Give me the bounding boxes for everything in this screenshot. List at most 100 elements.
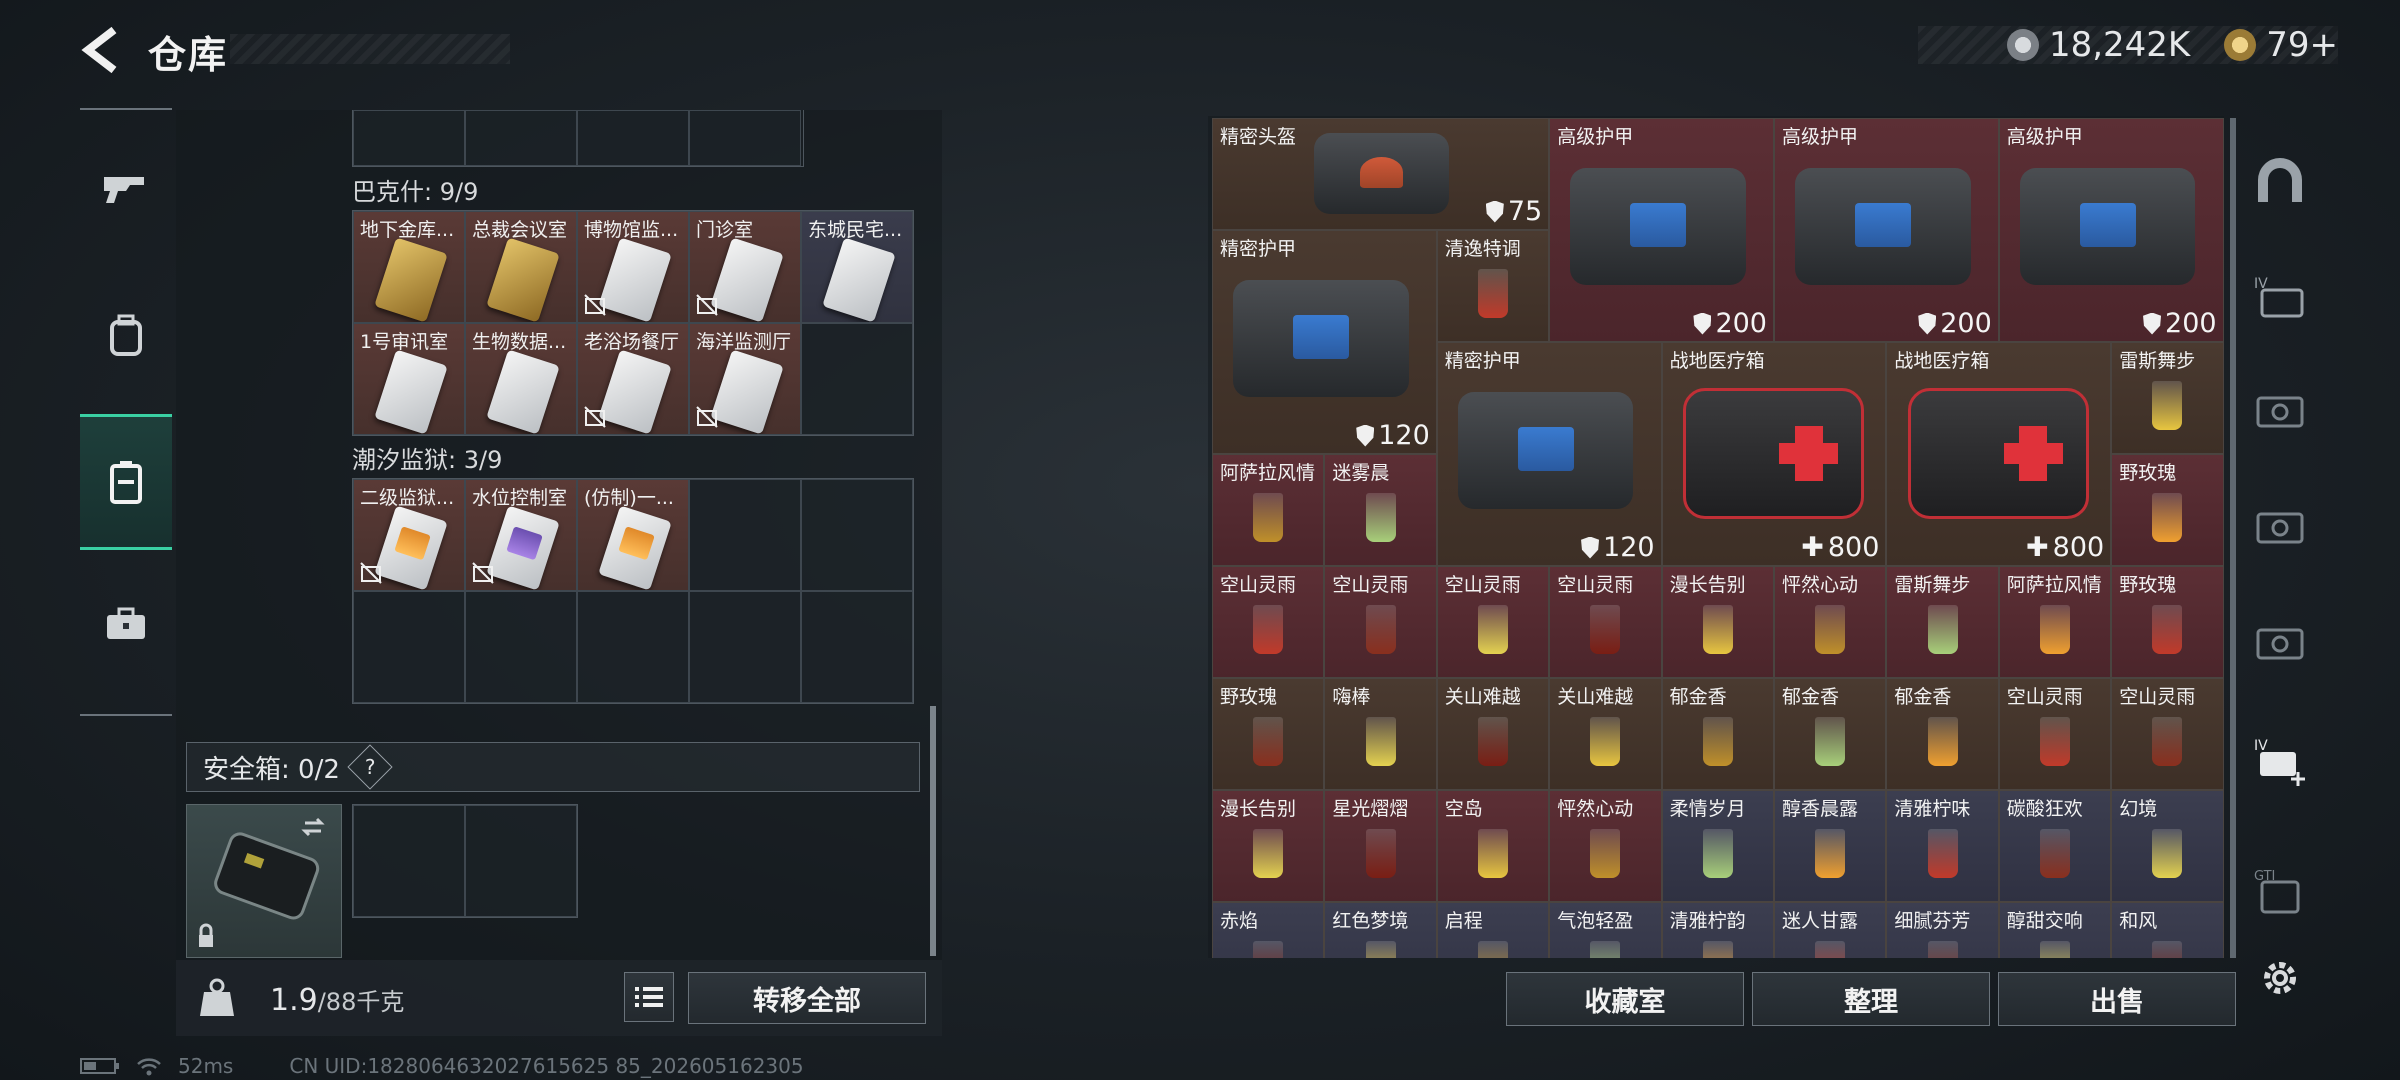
container-tab-2[interactable] <box>2250 380 2310 440</box>
inventory-item[interactable]: 细腻芬芳 <box>1886 902 1999 958</box>
left-scrollbar[interactable] <box>930 706 936 956</box>
item-name: 郁金香 <box>1669 686 1727 708</box>
inventory-item[interactable]: 野玫瑰 <box>1212 678 1325 790</box>
inventory-item[interactable]: 醇甜交响 <box>1998 902 2112 958</box>
item-name: 精密护甲 <box>1220 238 1297 260</box>
inventory-item[interactable]: 空岛 <box>1436 790 1550 902</box>
nav-tools[interactable] <box>80 556 172 692</box>
inventory-item[interactable]: 星光熠熠 <box>1324 790 1437 902</box>
inventory-item[interactable]: 清雅柠韵 <box>1661 902 1774 958</box>
inventory-item[interactable]: 幻境 <box>2111 790 2224 902</box>
inventory-item[interactable]: 清雅柠味 <box>1886 790 1999 902</box>
inventory-item[interactable]: 空山灵雨 <box>1549 566 1662 678</box>
inventory-item[interactable]: 雷斯舞步 <box>1886 566 1999 678</box>
nav-warehouse[interactable] <box>80 414 172 550</box>
inventory-item[interactable]: 碳酸狂欢 <box>1998 790 2112 902</box>
empty-slot[interactable] <box>353 591 465 703</box>
empty-slot[interactable] <box>801 591 913 703</box>
inventory-item[interactable]: 空山灵雨 <box>2111 678 2224 790</box>
inventory-item[interactable]: 精密护甲 120 <box>1212 230 1437 454</box>
nav-equipment[interactable] <box>80 268 172 404</box>
inventory-item[interactable]: 嗨棒 <box>1324 678 1437 790</box>
inventory-item[interactable]: 阿萨拉风情 <box>1212 454 1325 566</box>
keycard-item[interactable]: 总裁会议室 <box>465 211 577 323</box>
container-tab-4[interactable] <box>2250 612 2310 672</box>
inventory-item[interactable]: 郁金香 <box>1661 678 1774 790</box>
inventory-item[interactable]: 红色梦境 <box>1324 902 1437 958</box>
inventory-item[interactable]: 雷斯舞步 <box>2111 342 2224 454</box>
inventory-item[interactable]: 醇香晨露 <box>1774 790 1887 902</box>
keycard-item[interactable]: 二级监狱... <box>353 479 465 591</box>
list-view-button[interactable] <box>624 972 674 1022</box>
inventory-item[interactable]: 关山难越 <box>1549 678 1662 790</box>
settings-button[interactable] <box>2250 948 2310 1008</box>
empty-slot[interactable] <box>465 591 577 703</box>
keycard-item[interactable]: 东城民宅... <box>801 211 913 323</box>
collection-button[interactable]: 收藏室 <box>1506 972 1744 1026</box>
empty-slot[interactable] <box>577 591 689 703</box>
empty-slot[interactable] <box>801 479 913 591</box>
inventory-item[interactable]: 高级护甲 200 <box>1998 118 2224 342</box>
no-secure-icon <box>696 406 718 428</box>
inventory-item[interactable]: 清逸特调 <box>1436 230 1550 342</box>
inventory-item[interactable]: 精密护甲 120 <box>1436 342 1662 566</box>
keycard-item[interactable]: 地下金库... <box>353 211 465 323</box>
inventory-item[interactable]: 精密头盔 75 <box>1212 118 1550 230</box>
keycard-slot[interactable] <box>689 110 801 166</box>
inventory-item[interactable]: 赤焰 <box>1212 902 1325 958</box>
keycard-item[interactable]: 博物馆监... <box>577 211 689 323</box>
inventory-item[interactable]: 高级护甲 200 <box>1774 118 1999 342</box>
container-tab-iv[interactable]: IV <box>2250 266 2310 326</box>
keycard-slot[interactable] <box>465 110 577 166</box>
inventory-item[interactable]: 柔情岁月 <box>1661 790 1774 902</box>
help-button[interactable]: ? <box>347 744 393 790</box>
keycard-item[interactable]: 老浴场餐厅 <box>577 323 689 435</box>
inventory-item[interactable]: 战地医疗箱 ✚ 800 <box>1886 342 2112 566</box>
inventory-item[interactable]: 战地医疗箱 ✚ 800 <box>1661 342 1887 566</box>
sell-button[interactable]: 出售 <box>1998 972 2236 1026</box>
inventory-item[interactable]: 郁金香 <box>1886 678 1999 790</box>
inventory-item[interactable]: 空山灵雨 <box>1436 566 1550 678</box>
keycard-item[interactable]: (仿制)一... <box>577 479 689 591</box>
keycard-item[interactable]: 1号审讯室 <box>353 323 465 435</box>
cocktail-icon <box>2152 941 2183 958</box>
inventory-item[interactable]: 气泡轻盈 <box>1549 902 1662 958</box>
empty-slot[interactable] <box>689 479 801 591</box>
keycard-item[interactable]: 海洋监测厅 <box>689 323 801 435</box>
keycard-item[interactable]: 门诊室 <box>689 211 801 323</box>
inventory-item[interactable]: 空山灵雨 <box>1212 566 1325 678</box>
inventory-item[interactable]: 郁金香 <box>1774 678 1887 790</box>
back-button[interactable] <box>78 26 126 74</box>
container-tab-arch[interactable] <box>2250 150 2310 210</box>
empty-slot[interactable] <box>801 323 913 435</box>
keycard-slot[interactable] <box>353 110 465 166</box>
keycard-item[interactable]: 生物数据... <box>465 323 577 435</box>
keycard-item[interactable]: 水位控制室 <box>465 479 577 591</box>
inventory-item[interactable]: 空山灵雨 <box>1324 566 1437 678</box>
inventory-item[interactable]: 野玫瑰 <box>2111 566 2224 678</box>
inventory-item[interactable]: 怦然心动 <box>1549 790 1662 902</box>
inventory-item[interactable]: 漫长告别 <box>1661 566 1774 678</box>
inventory-item[interactable]: 迷雾晨 <box>1324 454 1437 566</box>
inventory-item[interactable]: 漫长告别 <box>1212 790 1325 902</box>
container-tab-add[interactable]: IV <box>2250 732 2310 792</box>
keycard-slot[interactable] <box>577 110 689 166</box>
inventory-item[interactable]: 阿萨拉风情 <box>1998 566 2112 678</box>
empty-slot[interactable] <box>689 591 801 703</box>
inventory-item[interactable]: 野玫瑰 <box>2111 454 2224 566</box>
inventory-item[interactable]: 空山灵雨 <box>1998 678 2112 790</box>
inventory-item[interactable]: 和风 <box>2111 902 2224 958</box>
inventory-item[interactable]: 关山难越 <box>1436 678 1550 790</box>
safebox-item[interactable] <box>186 804 342 958</box>
container-tab-gti[interactable]: GTI <box>2250 862 2310 922</box>
inventory-item[interactable]: 启程 <box>1436 902 1550 958</box>
safebox-slot[interactable] <box>353 805 465 917</box>
inventory-item[interactable]: 怦然心动 <box>1774 566 1887 678</box>
container-tab-3[interactable] <box>2250 496 2310 556</box>
nav-weapons[interactable] <box>80 120 172 256</box>
inventory-item[interactable]: 迷人甘露 <box>1774 902 1887 958</box>
inventory-item[interactable]: 高级护甲 200 <box>1549 118 1774 342</box>
safebox-slot[interactable] <box>465 805 577 917</box>
sort-button[interactable]: 整理 <box>1752 972 1990 1026</box>
transfer-all-button[interactable]: 转移全部 <box>688 972 926 1024</box>
